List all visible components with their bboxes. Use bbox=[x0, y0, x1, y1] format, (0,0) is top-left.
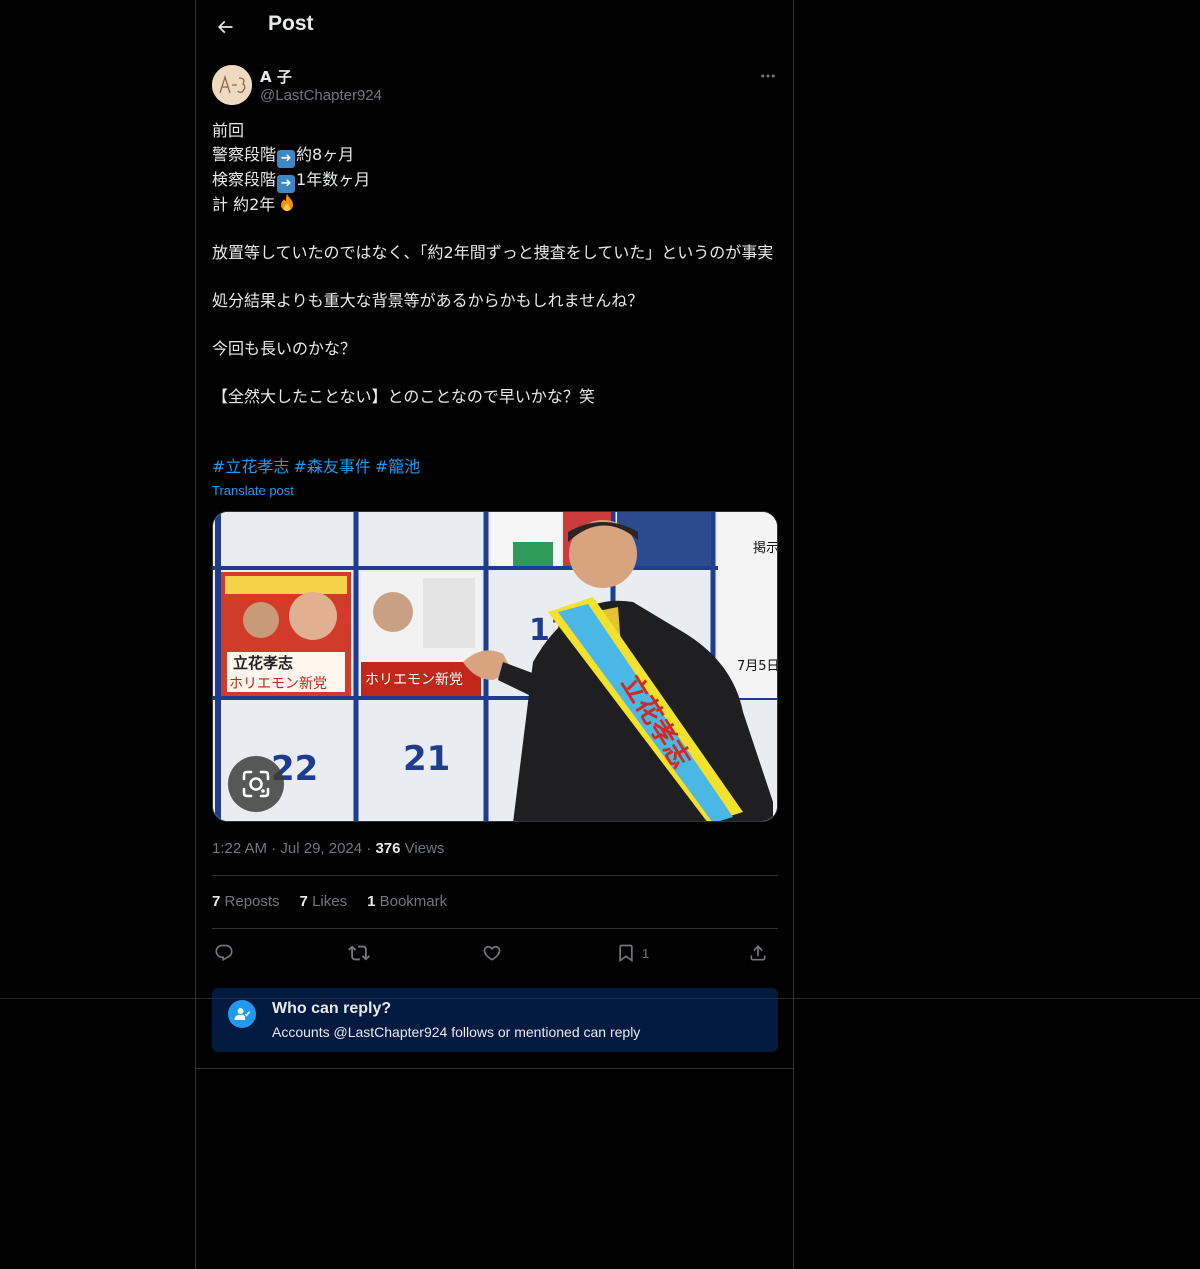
post-date[interactable]: Jul 29, 2024 bbox=[280, 840, 362, 857]
repost-button[interactable] bbox=[348, 938, 370, 968]
divider bbox=[212, 928, 778, 929]
top-bar: Post bbox=[196, 0, 793, 53]
bookmark-button[interactable]: 1 bbox=[616, 938, 649, 968]
reply-icon bbox=[215, 944, 233, 962]
post-image[interactable]: 立花孝志 ホリエモン新党 ホリエモン新党 掲示場 7月5日 22 21 20 1… bbox=[212, 511, 778, 822]
page-title: Post bbox=[268, 12, 314, 35]
poster-name-text: 立花孝志 bbox=[233, 654, 293, 672]
post-line: 放置等していたのではなく、「約2年間ずっと捜査をしていた」というのが事実 bbox=[212, 243, 774, 262]
post-line: 前回 bbox=[212, 121, 245, 140]
post-meta: 1:22 AM · Jul 29, 2024 · 376 Views bbox=[212, 840, 445, 857]
divider bbox=[196, 1068, 793, 1069]
date-text: 7月5日 bbox=[737, 659, 778, 674]
who-can-reply-subtitle: Accounts @LastChapter924 follows or ment… bbox=[272, 1024, 641, 1040]
action-bar: 1 bbox=[212, 938, 778, 968]
views-label: Views bbox=[404, 840, 445, 857]
campaign-photo: 立花孝志 ホリエモン新党 ホリエモン新党 掲示場 7月5日 22 21 20 1… bbox=[213, 512, 778, 821]
poster-party-text: ホリエモン新党 bbox=[229, 676, 327, 692]
more-horizontal-icon bbox=[761, 74, 775, 78]
share-icon bbox=[750, 945, 766, 961]
who-can-reply-title: Who can reply? bbox=[272, 1000, 392, 1017]
poster-party-text: ホリエモン新党 bbox=[365, 672, 463, 688]
fire-emoji-icon bbox=[281, 194, 294, 211]
divider bbox=[0, 998, 1200, 999]
user-check-icon bbox=[228, 1000, 256, 1028]
post-text: 前回 警察段階 ➜ 約8ヶ月 検察段階 ➜ 1年数ヶ月 計 約2年 放置等していたのでは… bbox=[212, 119, 778, 409]
back-button[interactable] bbox=[208, 10, 242, 44]
author-handle[interactable]: @LastChapter924 bbox=[260, 87, 382, 104]
like-button[interactable] bbox=[482, 938, 502, 968]
bookmark-count: 1 bbox=[642, 945, 650, 961]
likes-stat[interactable]: 7 Likes bbox=[300, 893, 348, 910]
reposts-stat[interactable]: 7 Reposts bbox=[212, 893, 280, 910]
visual-search-button[interactable] bbox=[228, 756, 284, 812]
post-line: 今回も長いのかな？ bbox=[212, 339, 357, 358]
arrow-left-icon bbox=[217, 20, 233, 34]
views-count: 376 bbox=[375, 840, 401, 857]
arrow-right-emoji-icon: ➜ bbox=[277, 150, 296, 168]
post-line: 警察段階 ➜ 約8ヶ月 bbox=[212, 145, 355, 168]
hashtag-link[interactable]: #籠池 bbox=[375, 457, 420, 476]
board-title-text: 掲示場 bbox=[753, 540, 778, 556]
more-options-button[interactable] bbox=[756, 64, 780, 88]
hashtag-link[interactable]: #立花孝志 bbox=[212, 457, 289, 476]
avatar-drawing bbox=[212, 65, 252, 105]
arrow-right-emoji-icon: ➜ bbox=[277, 175, 296, 193]
avatar[interactable] bbox=[212, 65, 252, 105]
bookmark-icon bbox=[619, 944, 633, 963]
translate-post-link[interactable]: Translate post bbox=[212, 483, 294, 498]
post-line: 検察段階 ➜ 1年数ヶ月 bbox=[212, 170, 371, 193]
hashtags: #立花孝志 #森友事件 #籠池 bbox=[212, 455, 424, 479]
post-line: 計 約2年 bbox=[212, 193, 778, 217]
like-icon bbox=[483, 945, 501, 961]
bookmarks-stat[interactable]: 1 Bookmark bbox=[367, 893, 447, 910]
lens-icon bbox=[242, 770, 270, 798]
reply-button[interactable] bbox=[214, 938, 234, 968]
share-button[interactable] bbox=[748, 938, 768, 968]
post-stats: 7 Reposts 7 Likes 1 Bookmark bbox=[212, 893, 447, 910]
board-number: 21 bbox=[403, 739, 450, 779]
post-time[interactable]: 1:22 AM bbox=[212, 840, 267, 857]
post-column: Post A 子 @LastChapter924 前回 警察段階 ➜ 約8ヶ月 検察… bbox=[195, 0, 794, 1269]
divider bbox=[212, 875, 778, 876]
hashtag-link[interactable]: #森友事件 bbox=[293, 457, 370, 476]
repost-icon bbox=[348, 945, 370, 961]
author-name[interactable]: A 子 bbox=[260, 66, 292, 87]
post-line: 【全然大したことない】とのことなので早いかな？笑 bbox=[212, 387, 595, 406]
post-line: 処分結果よりも重大な背景等があるからかもしれませんね？ bbox=[212, 291, 644, 310]
